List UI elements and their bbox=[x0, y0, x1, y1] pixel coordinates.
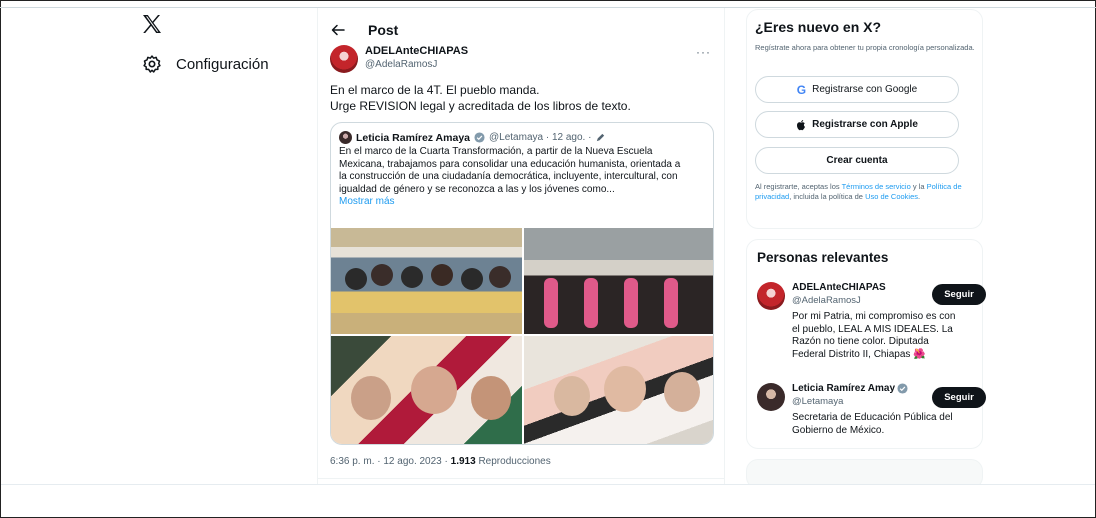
quoted-post-meta: @Letamaya · 12 ago. · bbox=[489, 132, 592, 143]
quoted-text-line: En el marco de la Cuarta Transformación,… bbox=[339, 146, 653, 157]
main-column: Post ADELAnteCHIAPAS @AdelaRamosJ ··· En… bbox=[317, 8, 725, 484]
post-author: ADELAnteCHIAPAS @AdelaRamosJ ··· bbox=[330, 45, 715, 77]
legal-text: y la bbox=[910, 182, 927, 191]
person-handle: @AdelaRamosJ bbox=[792, 295, 861, 306]
more-options-icon[interactable]: ··· bbox=[696, 45, 711, 59]
person-bio: Secretaria de Educación Pública del Gobi… bbox=[792, 412, 967, 437]
person-name[interactable]: Leticia Ramírez Amay bbox=[792, 383, 908, 394]
bio-line: Razón no tiene color. Diputada bbox=[792, 336, 929, 347]
signup-google-button[interactable]: G Registrarse con Google bbox=[755, 76, 959, 103]
signup-apple-label: Registrarse con Apple bbox=[812, 119, 918, 130]
signup-subtitle: Regístrate ahora para obtener tu propia … bbox=[755, 43, 975, 52]
relevant-people-title: Personas relevantes bbox=[757, 250, 889, 265]
views-label: Reproducciones bbox=[478, 456, 551, 467]
person-name-text: ADELAnteCHIAPAS bbox=[792, 282, 886, 293]
bio-line: Secretaria de Educación Pública del bbox=[792, 412, 953, 423]
follow-button[interactable]: Seguir bbox=[932, 387, 986, 408]
person-handle: @Letamaya bbox=[792, 396, 844, 407]
post-text: En el marco de la 4T. El pueblo manda. U… bbox=[330, 82, 715, 114]
post-time[interactable]: 6:36 p. m. · 12 ago. 2023 · bbox=[330, 456, 448, 467]
google-icon: G bbox=[796, 82, 807, 97]
verified-badge-icon bbox=[474, 132, 485, 143]
quoted-post-text: En el marco de la Cuarta Transformación,… bbox=[339, 146, 711, 209]
photo-group-students[interactable] bbox=[331, 228, 522, 334]
person-bio: Por mi Patria, mi compromiso es con el p… bbox=[792, 311, 967, 361]
apple-icon bbox=[797, 119, 806, 130]
relevant-people-card: Personas relevantes ADELAnteCHIAPAS @Ade… bbox=[746, 239, 986, 449]
signup-apple-button[interactable]: Registrarse con Apple bbox=[755, 111, 959, 138]
signup-card: ¿Eres nuevo en X? Regístrate ahora para … bbox=[746, 9, 983, 229]
top-divider bbox=[0, 0, 1096, 8]
quoted-text-line: Mexicana, trabajamos para consolidar una… bbox=[339, 158, 681, 170]
author-name[interactable]: ADELAnteCHIAPAS bbox=[365, 45, 468, 57]
bio-line: Por mi Patria, mi compromiso es con bbox=[792, 311, 956, 322]
nav-settings-label: Configuración bbox=[176, 55, 269, 73]
quoted-text-line: igualdad de género y se reconozca a las … bbox=[339, 183, 615, 195]
legal-text: , incluida la política de bbox=[789, 192, 866, 201]
signup-title: ¿Eres nuevo en X? bbox=[755, 19, 882, 35]
post-timestamp: 6:36 p. m. · 12 ago. 2023 · 1.913 Reprod… bbox=[330, 456, 551, 467]
follow-button[interactable]: Seguir bbox=[932, 284, 986, 305]
pencil-icon bbox=[597, 133, 605, 142]
terms-link[interactable]: Términos de servicio bbox=[842, 182, 911, 191]
quoted-post[interactable]: Leticia Ramírez Amaya @Letamaya · 12 ago… bbox=[330, 122, 714, 445]
signup-legal: Al registrarte, aceptas los Términos de … bbox=[755, 182, 975, 202]
quoted-author-avatar bbox=[339, 131, 352, 144]
page-title: Post bbox=[368, 22, 399, 38]
bio-line: el pueblo, LEAL A MIS IDEALES. La bbox=[792, 323, 953, 335]
photo-graduates[interactable] bbox=[524, 228, 713, 334]
show-more-link[interactable]: Mostrar más bbox=[339, 196, 711, 209]
bottom-area bbox=[1, 484, 1095, 517]
cookies-link[interactable]: Uso de Cookies bbox=[865, 192, 918, 201]
x-logo-icon[interactable] bbox=[140, 12, 164, 36]
author-avatar[interactable] bbox=[330, 45, 358, 73]
legal-text: . bbox=[918, 192, 921, 201]
back-arrow-icon[interactable] bbox=[330, 22, 346, 38]
quoted-author-name: Leticia Ramírez Amaya bbox=[356, 131, 470, 144]
post-text-line: En el marco de la 4T. El pueblo manda. bbox=[330, 83, 540, 97]
person-name[interactable]: ADELAnteCHIAPAS bbox=[792, 282, 886, 293]
create-account-label: Crear cuenta bbox=[826, 155, 888, 166]
bio-line: Gobierno de México. bbox=[792, 424, 885, 436]
legal-text: Al registrarte, aceptas los bbox=[755, 182, 842, 191]
main-divider bbox=[318, 478, 724, 479]
photo-selfie-students[interactable] bbox=[331, 336, 522, 444]
author-handle[interactable]: @AdelaRamosJ bbox=[365, 59, 437, 70]
views-count: 1.913 bbox=[450, 456, 476, 467]
person-name-text: Leticia Ramírez Amay bbox=[792, 383, 896, 394]
post-text-line: Urge REVISION legal y acreditada de los … bbox=[330, 99, 631, 113]
bio-line: Federal Distrito II, Chiapas 🌺 bbox=[792, 348, 926, 360]
signup-google-label: Registrarse con Google bbox=[812, 84, 918, 95]
quoted-post-header: Leticia Ramírez Amaya @Letamaya · 12 ago… bbox=[339, 131, 606, 144]
gear-icon bbox=[143, 55, 161, 73]
person-avatar[interactable] bbox=[757, 383, 785, 411]
create-account-button[interactable]: Crear cuenta bbox=[755, 147, 959, 174]
main-header: Post bbox=[318, 16, 724, 44]
photo-masked-students[interactable] bbox=[524, 336, 713, 444]
person-avatar[interactable] bbox=[757, 282, 785, 310]
quoted-text-line: la construcción de una ciudadanía democr… bbox=[339, 171, 678, 182]
verified-badge-icon bbox=[897, 383, 908, 394]
nav-settings[interactable]: Configuración bbox=[142, 54, 269, 74]
